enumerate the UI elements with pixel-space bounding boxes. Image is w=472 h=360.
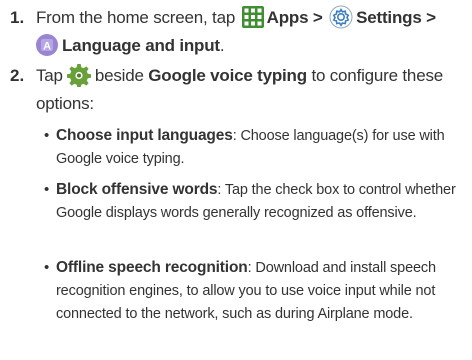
bullet-dot: • xyxy=(44,259,50,276)
gear-icon xyxy=(66,63,91,87)
bullet-dot: • xyxy=(44,181,50,198)
list-item: • Block offensive words: Tap the check b… xyxy=(44,178,464,225)
step-2: 2. Tap beside Google voice typing to con… xyxy=(0,62,472,118)
step-1: 1. From the home screen, tap Apps > Sett… xyxy=(0,4,472,60)
language-input-icon: A xyxy=(36,33,58,56)
apps-grid-icon xyxy=(241,5,264,28)
svg-text:A: A xyxy=(43,40,51,52)
document-page: 1. From the home screen, tap Apps > Sett… xyxy=(0,0,472,360)
step-2-number: 2. xyxy=(10,66,25,85)
option-label: Block offensive words xyxy=(56,181,218,198)
language-label: Language and input xyxy=(62,36,220,55)
google-voice-typing-label: Google voice typing xyxy=(148,66,307,85)
step-1-end: . xyxy=(219,36,225,55)
step-2-prefix: Tap xyxy=(36,66,63,85)
list-item: • Choose input languages: Choose languag… xyxy=(44,124,464,171)
step-2-middle: beside xyxy=(94,66,144,85)
apps-label: Apps > xyxy=(266,8,323,27)
option-label: Choose input languages xyxy=(56,127,233,144)
list-item: • Offline speech recognition: Download a… xyxy=(44,256,464,326)
settings-label: Settings > xyxy=(356,8,436,27)
settings-gear-icon xyxy=(329,5,353,29)
step-1-text: From the home screen, tap Apps > Setting… xyxy=(36,4,466,60)
step-1-number: 1. xyxy=(10,8,25,27)
option-label: Offline speech recognition xyxy=(56,259,248,276)
bullet-dot: • xyxy=(44,127,50,144)
step-1-prefix: From the home screen, tap xyxy=(36,8,236,27)
step-2-text: Tap beside Google voice typing to config… xyxy=(36,62,466,118)
